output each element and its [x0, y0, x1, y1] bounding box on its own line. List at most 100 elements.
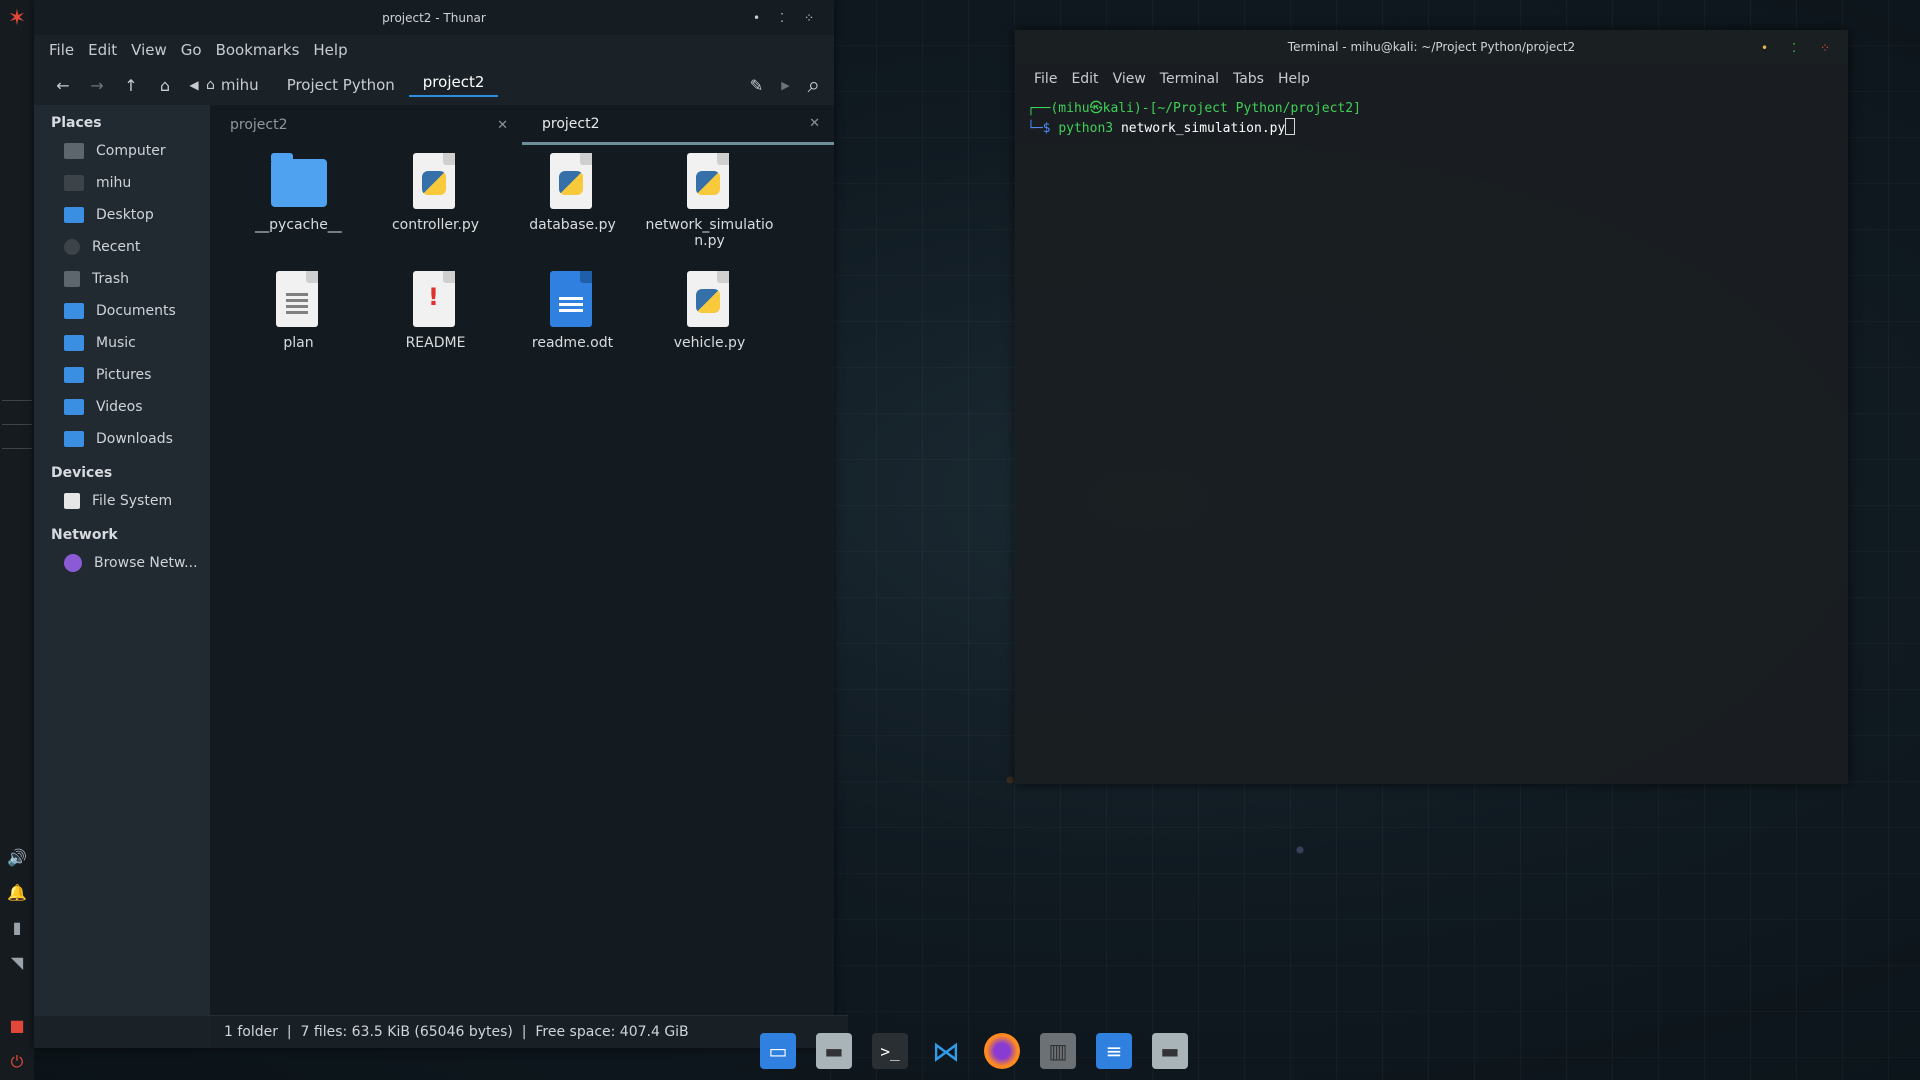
- sidebar-item-label: Videos: [96, 399, 143, 415]
- chevron-left-icon[interactable]: ◀: [182, 78, 206, 92]
- side-panel: ✶ 🔊 🔔 ▮ ◥ ■ ⏻: [0, 0, 34, 1080]
- wifi-icon[interactable]: ◥: [0, 953, 34, 972]
- maximize-button[interactable]: ⁚: [780, 11, 784, 25]
- python-file-icon: [549, 153, 596, 209]
- file-item[interactable]: database.py: [504, 153, 641, 271]
- sidebar-item-home[interactable]: mihu: [34, 167, 210, 199]
- close-button[interactable]: ⁘: [1820, 41, 1830, 55]
- sidebar-item-downloads[interactable]: Downloads: [34, 423, 210, 455]
- menu-tabs[interactable]: Tabs: [1226, 71, 1271, 87]
- trash-icon[interactable]: ▥: [1040, 1033, 1076, 1069]
- up-arrow-icon[interactable]: ↑: [114, 76, 148, 95]
- home-icon: [64, 175, 84, 191]
- menu-edit[interactable]: Edit: [1064, 71, 1105, 87]
- writer-icon[interactable]: ≡: [1096, 1033, 1132, 1069]
- clock-icon: [64, 239, 80, 255]
- back-arrow-icon[interactable]: ←: [46, 76, 80, 95]
- maximize-button[interactable]: ⁚: [1792, 41, 1796, 55]
- terminal-icon[interactable]: >_: [872, 1033, 908, 1069]
- terminal-output[interactable]: ┌──(mihu㉿kali)-[~/Project Python/project…: [1015, 94, 1848, 144]
- breadcrumb-project2[interactable]: project2: [408, 73, 499, 97]
- file-item[interactable]: plan: [230, 271, 367, 389]
- minimize-button[interactable]: •: [753, 11, 760, 25]
- sidebar-item-file-system[interactable]: File System: [34, 485, 210, 517]
- power-icon[interactable]: ⏻: [0, 1052, 34, 1072]
- menu-bar: File Edit View Go Bookmarks Help: [34, 35, 834, 65]
- computer-icon: [64, 143, 84, 159]
- window-controls: • ⁚ ⁘: [1761, 30, 1830, 65]
- menu-file[interactable]: File: [1027, 71, 1064, 87]
- file-item[interactable]: ! README: [367, 271, 504, 389]
- tab-project2-first[interactable]: project2 ✕: [210, 105, 522, 145]
- bell-icon[interactable]: 🔔: [0, 883, 34, 902]
- kali-logo-icon[interactable]: ✶: [0, 6, 34, 31]
- chevron-right-icon[interactable]: ▶: [781, 79, 789, 92]
- search-icon[interactable]: ⌕: [808, 73, 820, 98]
- sidebar-item-computer[interactable]: Computer: [34, 135, 210, 167]
- home-icon[interactable]: ⌂: [148, 76, 182, 95]
- close-button[interactable]: ⁘: [804, 11, 814, 25]
- tab-project2-active[interactable]: project2 ✕: [522, 105, 834, 145]
- tab-label: project2: [542, 115, 600, 132]
- dock: ▭ ▬ >_ ⋈ ▥ ≡ ▬: [760, 1024, 1188, 1078]
- network-icon: [64, 554, 82, 572]
- firefox-icon[interactable]: [984, 1033, 1020, 1069]
- python-file-icon: [686, 271, 733, 327]
- close-tab-icon[interactable]: ✕: [497, 118, 508, 133]
- sidebar-item-pictures[interactable]: Pictures: [34, 359, 210, 391]
- sidebar-item-label: File System: [92, 493, 173, 509]
- sidebar-item-label: Browse Netw...: [94, 555, 198, 571]
- file-name: plan: [283, 335, 314, 351]
- network-heading: Network: [51, 527, 118, 543]
- sidebar-item-documents[interactable]: Documents: [34, 295, 210, 327]
- sidebar-item-label: Desktop: [96, 207, 154, 223]
- file-item[interactable]: vehicle.py: [641, 271, 778, 389]
- archive-icon[interactable]: ▬: [1152, 1033, 1188, 1069]
- file-name: network_simulatio n.py: [645, 217, 774, 249]
- file-manager-icon[interactable]: ▬: [816, 1033, 852, 1069]
- menu-terminal[interactable]: Terminal: [1153, 71, 1226, 87]
- file-item[interactable]: __pycache__: [230, 153, 367, 271]
- sidebar-item-desktop[interactable]: Desktop: [34, 199, 210, 231]
- sidebar-item-label: Music: [96, 335, 136, 351]
- vscode-icon[interactable]: ⋈: [928, 1033, 964, 1069]
- sidebar-item-trash[interactable]: Trash: [34, 263, 210, 295]
- file-item[interactable]: controller.py: [367, 153, 504, 271]
- volume-icon[interactable]: 🔊: [0, 848, 34, 867]
- home-small-icon: ⌂: [206, 77, 215, 93]
- file-item[interactable]: network_simulatio n.py: [641, 153, 778, 271]
- menu-bar: File Edit View Terminal Tabs Help: [1015, 64, 1848, 94]
- menu-file[interactable]: File: [42, 41, 81, 59]
- file-item[interactable]: readme.odt: [504, 271, 641, 389]
- menu-edit[interactable]: Edit: [81, 41, 124, 59]
- videos-folder-icon: [64, 399, 84, 415]
- file-grid: __pycache__ controller.py database.py ne…: [230, 153, 830, 389]
- minimize-button[interactable]: •: [1761, 41, 1768, 55]
- edit-pencil-icon[interactable]: ✎: [750, 76, 763, 95]
- sidebar-item-label: Recent: [92, 239, 141, 255]
- toolbar: ← → ↑ ⌂ ◀ ⌂ mihu Project Python project2…: [34, 65, 834, 105]
- files-blue-icon[interactable]: ▭: [760, 1033, 796, 1069]
- menu-go[interactable]: Go: [174, 41, 209, 59]
- window-titlebar[interactable]: project2 - Thunar • ⁚ ⁘: [34, 0, 834, 35]
- close-tab-icon[interactable]: ✕: [809, 116, 820, 131]
- menu-bookmarks[interactable]: Bookmarks: [209, 41, 307, 59]
- menu-help[interactable]: Help: [1271, 71, 1317, 87]
- sidebar-item-music[interactable]: Music: [34, 327, 210, 359]
- forward-arrow-icon[interactable]: →: [80, 76, 114, 95]
- menu-view[interactable]: View: [124, 41, 174, 59]
- sidebar-item-recent[interactable]: Recent: [34, 231, 210, 263]
- sidebar-item-label: Trash: [92, 271, 129, 287]
- breadcrumb-mihu[interactable]: mihu: [215, 76, 273, 94]
- breadcrumb-project-python[interactable]: Project Python: [273, 76, 409, 94]
- sidebar: Places Computer mihu Desktop Recent Tras…: [34, 105, 210, 1016]
- panel-divider: [2, 448, 32, 449]
- menu-help[interactable]: Help: [306, 41, 354, 59]
- music-folder-icon: [64, 335, 84, 351]
- lock-icon[interactable]: ■: [0, 1016, 34, 1035]
- menu-view[interactable]: View: [1106, 71, 1153, 87]
- battery-icon[interactable]: ▮: [0, 918, 34, 937]
- window-titlebar[interactable]: Terminal - mihu@kali: ~/Project Python/p…: [1015, 30, 1848, 64]
- sidebar-item-browse-network[interactable]: Browse Netw...: [34, 547, 210, 579]
- sidebar-item-videos[interactable]: Videos: [34, 391, 210, 423]
